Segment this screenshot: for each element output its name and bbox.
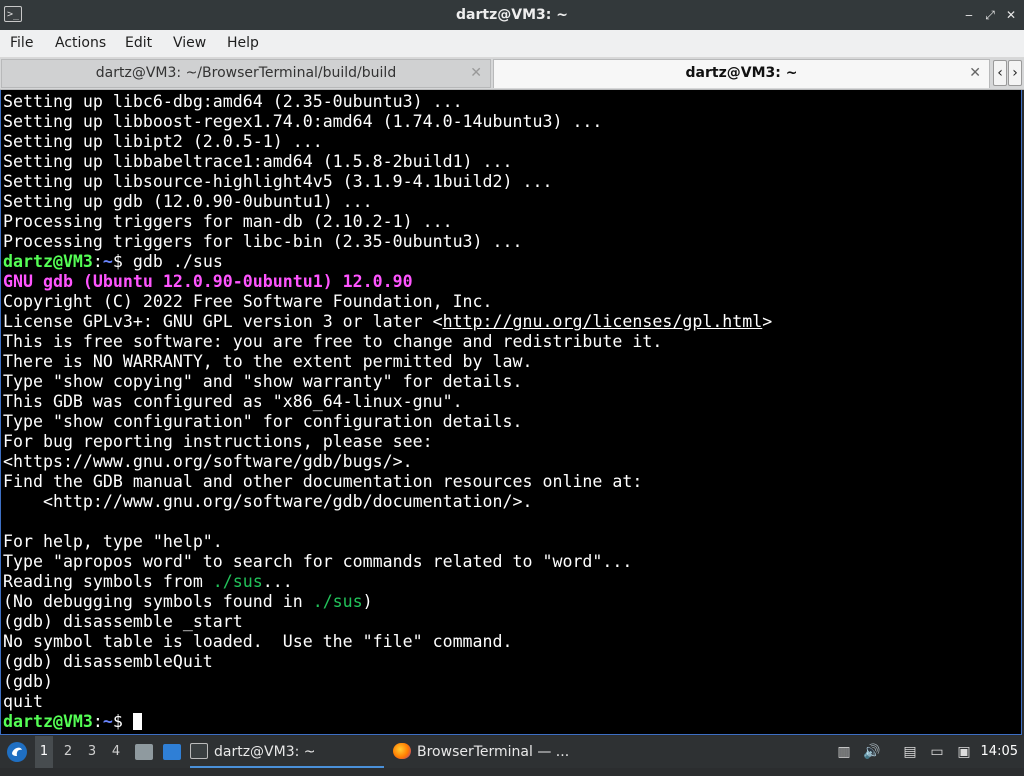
workspace-4[interactable]: 4 bbox=[107, 736, 125, 768]
tab-scroll-right-icon[interactable]: › bbox=[1008, 60, 1022, 86]
terminal-line: Type "apropos word" to search for comman… bbox=[3, 552, 633, 571]
task-label: BrowserTerminal — ... bbox=[417, 744, 570, 760]
menu-edit[interactable]: Edit bbox=[125, 30, 152, 57]
terminal-line: Find the GDB manual and other documentat… bbox=[3, 472, 643, 491]
prompt-end: $ bbox=[112, 252, 133, 271]
prompt-line: dartz@VM3:~$ gdb ./sus bbox=[3, 252, 223, 272]
no-debug-symbols-line: (No debugging symbols found in ./sus) bbox=[3, 592, 373, 612]
workspace-1[interactable]: 1 bbox=[35, 736, 53, 768]
tab-label: dartz@VM3: ~/BrowserTerminal/build/build bbox=[95, 65, 397, 81]
volume-icon[interactable]: 🔊 bbox=[863, 744, 881, 760]
terminal-line: Setting up libipt2 (2.0.5-1) ... bbox=[3, 132, 323, 151]
terminal-line: Processing triggers for man-db (2.10.2-1… bbox=[3, 212, 453, 231]
file-manager-icon[interactable] bbox=[135, 744, 153, 760]
clipboard-icon[interactable]: ▥ bbox=[835, 744, 853, 760]
terminal-line: No symbol table is loaded. Use the "file… bbox=[3, 632, 513, 651]
window-title: dartz@VM3: ~ bbox=[456, 7, 568, 23]
menu-file[interactable]: File bbox=[10, 30, 33, 57]
show-desktop-icon[interactable] bbox=[163, 744, 181, 760]
line-prefix: (No debugging symbols found in bbox=[3, 592, 313, 611]
task-firefox[interactable]: BrowserTerminal — ... bbox=[393, 738, 583, 766]
license-prefix: License GPLv3+: GNU GPL version 3 or lat… bbox=[3, 312, 443, 331]
terminal-line: This is free software: you are free to c… bbox=[3, 332, 663, 351]
taskbar: 1 2 3 4 dartz@VM3: ~ BrowserTerminal — .… bbox=[0, 736, 1024, 768]
prompt-path: ~ bbox=[102, 712, 113, 731]
menu-help[interactable]: Help bbox=[227, 30, 259, 57]
maximize-icon[interactable]: ⤢ bbox=[981, 6, 999, 24]
terminal-icon bbox=[190, 743, 208, 759]
terminal-line: Type "show configuration" for configurat… bbox=[3, 412, 523, 431]
terminal-line: This GDB was configured as "x86_64-linux… bbox=[3, 392, 463, 411]
terminal-line: For help, type "help". bbox=[3, 532, 223, 551]
tab-home[interactable]: dartz@VM3: ~ ✕ bbox=[493, 59, 990, 88]
terminal-line: Setting up libboost-regex1.74.0:amd64 (1… bbox=[3, 112, 603, 131]
license-link[interactable]: http://gnu.org/licenses/gpl.html bbox=[443, 312, 763, 331]
terminal-line: Processing triggers for libc-bin (2.35-0… bbox=[3, 232, 523, 251]
update-icon[interactable]: ▣ bbox=[955, 744, 973, 760]
workspace-3[interactable]: 3 bbox=[83, 736, 101, 768]
terminal-line: (gdb) disassemble _start bbox=[3, 612, 243, 631]
prompt-user: dartz@VM3 bbox=[3, 252, 93, 271]
terminal-line: quit bbox=[3, 692, 43, 711]
file-path: ./sus bbox=[312, 592, 363, 611]
tab-label: dartz@VM3: ~ bbox=[685, 65, 798, 81]
tab-bar: dartz@VM3: ~/BrowserTerminal/build/build… bbox=[0, 58, 1024, 90]
line-prefix: Reading symbols from bbox=[3, 572, 213, 591]
window-titlebar[interactable]: >_ dartz@VM3: ~ ‒ ⤢ ✕ bbox=[0, 0, 1024, 30]
menu-view[interactable]: View bbox=[173, 30, 206, 57]
license-suffix: > bbox=[762, 312, 773, 331]
terminal-line: Setting up libc6-dbg:amd64 (2.35-0ubuntu… bbox=[3, 92, 463, 111]
menu-bar: File Actions Edit View Help bbox=[0, 30, 1024, 58]
terminal-line: Type "show copying" and "show warranty" … bbox=[3, 372, 523, 391]
start-menu-icon[interactable] bbox=[6, 736, 28, 768]
terminal-line: (gdb) disassembleQuit bbox=[3, 652, 213, 671]
workspace-2[interactable]: 2 bbox=[59, 736, 77, 768]
task-label: dartz@VM3: ~ bbox=[214, 744, 316, 760]
line-suffix: ... bbox=[262, 572, 293, 591]
prompt-end: $ bbox=[112, 712, 133, 731]
terminal-line: Setting up gdb (12.0.90-0ubuntu1) ... bbox=[3, 192, 373, 211]
prompt-separator: : bbox=[92, 712, 103, 731]
tab-close-icon[interactable]: ✕ bbox=[969, 60, 981, 87]
terminal-line: There is NO WARRANTY, to the extent perm… bbox=[3, 352, 533, 371]
menu-actions[interactable]: Actions bbox=[55, 30, 106, 57]
notes-icon[interactable]: ▤ bbox=[901, 744, 919, 760]
terminal-line: <https://www.gnu.org/software/gdb/bugs/>… bbox=[3, 452, 413, 471]
file-path: ./sus bbox=[212, 572, 263, 591]
prompt-user: dartz@VM3 bbox=[3, 712, 93, 731]
task-terminal[interactable]: dartz@VM3: ~ bbox=[190, 738, 384, 768]
terminal-line: (gdb) bbox=[3, 672, 53, 691]
terminal-line: Copyright (C) 2022 Free Software Foundat… bbox=[3, 292, 493, 311]
firefox-icon bbox=[393, 743, 411, 759]
terminal-output[interactable]: Setting up libc6-dbg:amd64 (2.35-0ubuntu… bbox=[0, 90, 1022, 735]
line-suffix: ) bbox=[362, 592, 373, 611]
minimize-icon[interactable]: ‒ bbox=[960, 6, 978, 24]
prompt-path: ~ bbox=[102, 252, 113, 271]
prompt-command: gdb ./sus bbox=[132, 252, 223, 271]
prompt-line: dartz@VM3:~$ bbox=[3, 712, 142, 732]
clock[interactable]: 14:05 bbox=[981, 736, 1018, 768]
terminal-line: Setting up libbabeltrace1:amd64 (1.5.8-2… bbox=[3, 152, 513, 171]
license-line: License GPLv3+: GNU GPL version 3 or lat… bbox=[3, 312, 772, 332]
gdb-version-line: GNU gdb (Ubuntu 12.0.90-0ubuntu1) 12.0.9… bbox=[3, 272, 413, 291]
terminal-line: Setting up libsource-highlight4v5 (3.1.9… bbox=[3, 172, 553, 191]
close-icon[interactable]: ✕ bbox=[1002, 6, 1020, 24]
prompt-separator: : bbox=[92, 252, 103, 271]
terminal-line: <http://www.gnu.org/software/gdb/documen… bbox=[3, 492, 533, 511]
network-icon[interactable]: ▭ bbox=[928, 744, 946, 760]
tab-browserterminal-build[interactable]: dartz@VM3: ~/BrowserTerminal/build/build… bbox=[1, 59, 491, 88]
text-cursor bbox=[132, 713, 142, 730]
tab-close-icon[interactable]: ✕ bbox=[470, 60, 482, 87]
reading-symbols-line: Reading symbols from ./sus... bbox=[3, 572, 293, 592]
tab-scroll-left-icon[interactable]: ‹ bbox=[993, 60, 1007, 86]
terminal-line: For bug reporting instructions, please s… bbox=[3, 432, 433, 451]
